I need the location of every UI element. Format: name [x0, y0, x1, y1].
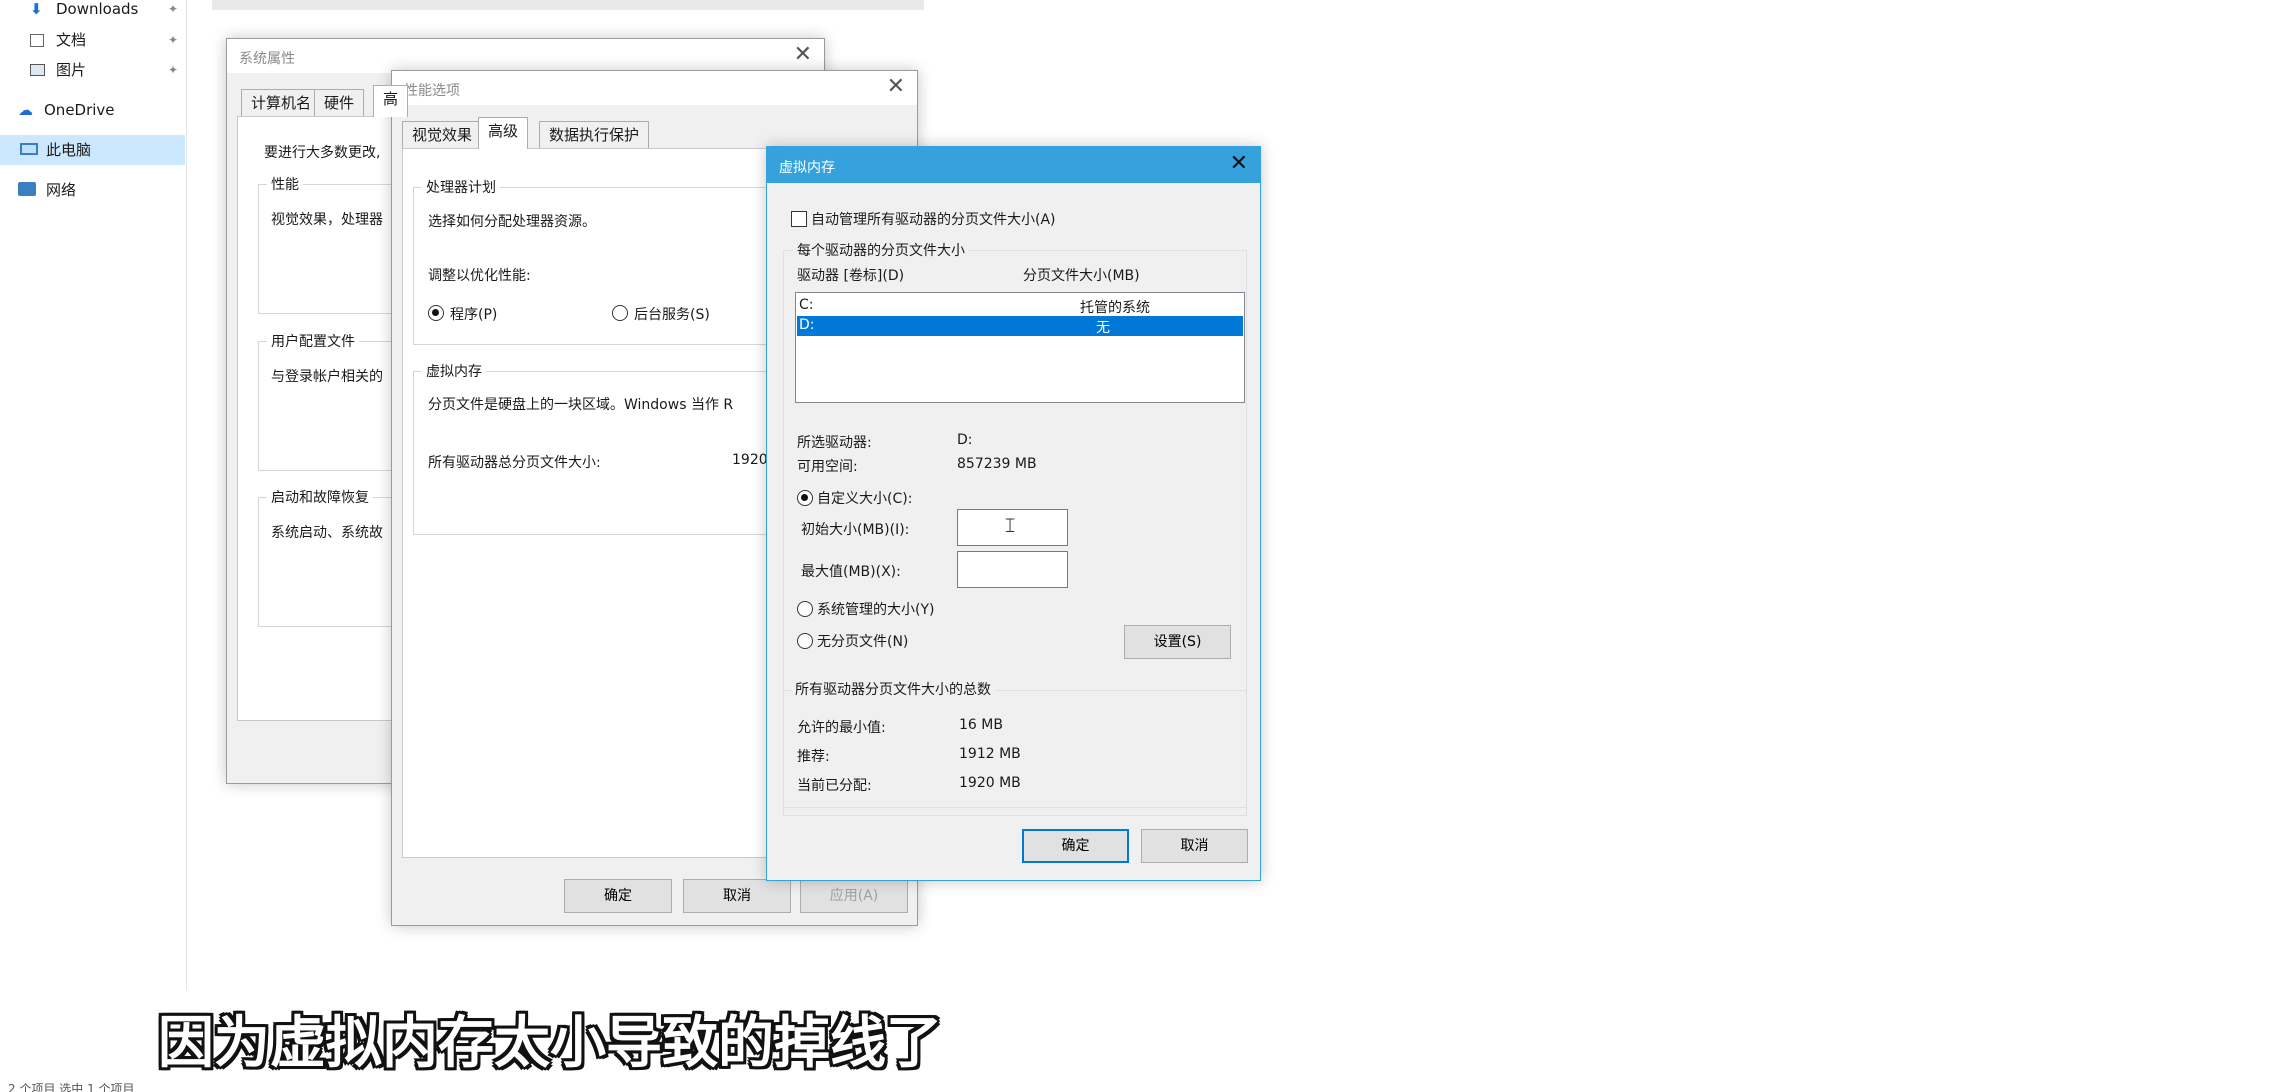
radio-no-paging-file[interactable]: [797, 633, 813, 649]
virtual-memory-titlebar[interactable]: 虚拟内存 ✕: [767, 147, 1260, 183]
window-title: 性能选项: [404, 83, 460, 99]
explorer-nav-divider: [186, 0, 187, 990]
text-cursor-icon: 𝙸: [1003, 513, 1018, 537]
max-size-label: 最大值(MB)(X):: [801, 564, 901, 580]
apply-button[interactable]: 应用(A): [800, 879, 908, 913]
auto-manage-label: 自动管理所有驱动器的分页文件大小(A): [811, 212, 1056, 228]
free-space-value: 857239 MB: [957, 456, 1037, 472]
min-allowed-value: 16 MB: [959, 717, 1003, 733]
nav-item-onedrive[interactable]: ☁ OneDrive: [0, 95, 185, 125]
radio-programs[interactable]: [428, 305, 444, 321]
adjust-label: 调整以优化性能:: [428, 268, 531, 284]
allocated-label: 当前已分配:: [797, 778, 872, 794]
processor-desc: 选择如何分配处理器资源。: [428, 214, 596, 230]
tab-advanced[interactable]: 高: [373, 85, 409, 117]
drive-list[interactable]: C: 托管的系统 D: 无: [795, 292, 1245, 403]
nav-item-network[interactable]: 网络: [0, 175, 185, 205]
pin-icon: ✦: [168, 63, 179, 77]
auto-manage-checkbox[interactable]: [791, 211, 807, 227]
col-size-header: 分页文件大小(MB): [1023, 268, 1140, 284]
recommended-label: 推荐:: [797, 749, 830, 765]
selected-drive-value: D:: [957, 432, 973, 448]
cancel-button[interactable]: 取消: [683, 879, 791, 913]
window-title: 系统属性: [239, 51, 295, 67]
performance-options-titlebar[interactable]: 性能选项 ✕: [392, 71, 917, 105]
tab-dep[interactable]: 数据执行保护: [539, 121, 650, 149]
table-row[interactable]: D: 无: [797, 316, 1243, 336]
intro-text: 要进行大多数更改,: [264, 145, 381, 161]
radio-custom-size[interactable]: [797, 490, 813, 506]
system-properties-titlebar[interactable]: 系统属性 ✕: [227, 39, 824, 73]
col-drive-header: 驱动器 [卷标](D): [797, 268, 905, 284]
initial-size-label: 初始大小(MB)(I):: [801, 522, 910, 538]
close-icon[interactable]: ✕: [794, 44, 812, 66]
nav-item-documents[interactable]: 文档 ✦: [0, 25, 185, 55]
tab-computer-name[interactable]: 计算机名: [241, 89, 322, 117]
free-space-label: 可用空间:: [797, 459, 858, 475]
close-icon[interactable]: ✕: [887, 76, 905, 98]
min-allowed-label: 允许的最小值:: [797, 720, 886, 736]
vm-total-value: 1920: [732, 452, 768, 468]
ok-button[interactable]: 确定: [564, 879, 672, 913]
vm-total-label: 所有驱动器总分页文件大小:: [428, 455, 601, 471]
max-size-input[interactable]: [957, 551, 1068, 588]
video-caption: 因为虚拟内存太小导致的掉线了: [158, 1011, 942, 1076]
table-row[interactable]: C: 托管的系统: [797, 296, 1243, 316]
cancel-button[interactable]: 取消: [1141, 829, 1248, 863]
set-button[interactable]: 设置(S): [1124, 625, 1231, 659]
download-icon: ⬇: [30, 0, 43, 18]
explorer-status-bar: 2 个项目 选中 1 个项目: [8, 1082, 135, 1092]
vm-desc: 分页文件是硬盘上的一块区域。Windows 当作 R: [428, 397, 734, 413]
explorer-top-strip: [212, 0, 924, 10]
nav-item-this-pc[interactable]: 此电脑: [0, 135, 185, 165]
pin-icon: ✦: [168, 2, 179, 16]
tab-visual-effects[interactable]: 视觉效果: [402, 121, 483, 149]
radio-background-services[interactable]: [612, 305, 628, 321]
close-icon[interactable]: ✕: [1230, 153, 1248, 175]
network-icon: [18, 182, 36, 196]
nav-item-downloads[interactable]: ⬇ Downloads ✦: [0, 0, 185, 24]
virtual-memory-dialog: 虚拟内存 ✕ 自动管理所有驱动器的分页文件大小(A) 每个驱动器的分页文件大小 …: [766, 146, 1261, 881]
selected-drive-label: 所选驱动器:: [797, 435, 872, 451]
total-group-label: 所有驱动器分页文件大小的总数: [791, 679, 995, 699]
computer-icon: [20, 143, 38, 155]
document-icon: [30, 34, 44, 47]
recommended-value: 1912 MB: [959, 746, 1021, 762]
window-title: 虚拟内存: [779, 160, 835, 176]
nav-item-pictures[interactable]: 图片 ✦: [0, 55, 185, 85]
picture-icon: [30, 64, 45, 76]
allocated-value: 1920 MB: [959, 775, 1021, 791]
pin-icon: ✦: [168, 33, 179, 47]
radio-system-managed[interactable]: [797, 601, 813, 617]
tab-hardware[interactable]: 硬件: [314, 89, 365, 117]
ok-button[interactable]: 确定: [1022, 829, 1129, 863]
tab-advanced[interactable]: 高级: [478, 117, 529, 149]
cloud-icon: ☁: [18, 101, 33, 119]
per-drive-group-label: 每个驱动器的分页文件大小: [793, 240, 969, 260]
